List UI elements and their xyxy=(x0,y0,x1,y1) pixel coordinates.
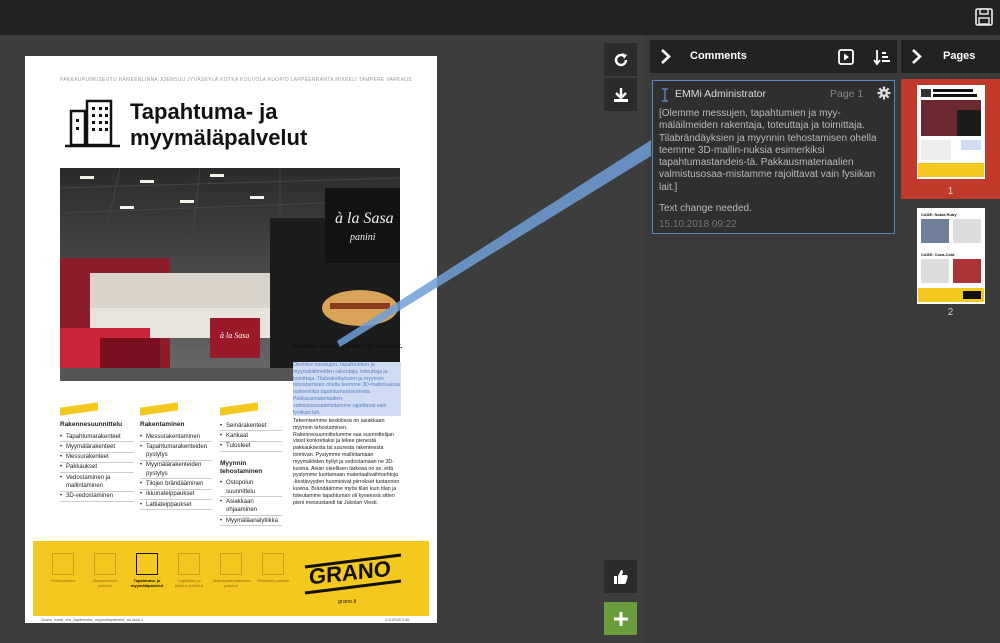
play-icon[interactable] xyxy=(838,49,854,65)
page-thumbnail: CASE: Nokia Ruby CASE: Coca-Cola xyxy=(917,208,985,304)
grano-logo: GRANO xyxy=(304,553,402,595)
list-item: Messurakentaminen xyxy=(140,432,212,443)
list-item: Myymälärakenteiden pystytys xyxy=(140,461,212,480)
footer-icon-print: Painopalvelut xyxy=(45,553,81,583)
pages-header: Pages xyxy=(901,40,1000,73)
list-item: Pakkaukset xyxy=(60,463,134,474)
svg-text:panini: panini xyxy=(349,232,376,243)
page-title: Tapahtuma- ja myymäläpalvelut xyxy=(130,99,370,151)
sign-text: à la Sasa xyxy=(335,210,394,227)
footer-icon-label: Markkinoinnin palvelut xyxy=(92,578,118,588)
page-number: 2 xyxy=(947,307,954,318)
list-item: Asiakkaan ohjaaminen xyxy=(220,497,282,517)
thumb-case-label: CASE: Nokia Ruby xyxy=(921,212,957,217)
list-item: Kankaat xyxy=(220,431,282,442)
footer-band: Painopalvelut Markkinoinnin palvelut Tap… xyxy=(33,541,429,616)
file-footer: Grano_tuote_sivi_tapahtuma_myymalapalvel… xyxy=(41,617,144,622)
save-icon[interactable] xyxy=(974,7,994,27)
refresh-button[interactable] xyxy=(604,43,637,76)
footer-icon-materials: Materiaalienhallinnan palvelut xyxy=(213,553,251,588)
gear-icon[interactable] xyxy=(877,86,891,100)
footer-icon-label: Logistiikan ja jakelun palvelut xyxy=(175,578,203,588)
comment-date: 15.10.2018 09:22 xyxy=(659,219,737,230)
comment-quoted-text: [Olemme messujen, tapahtumien ja myy-mäl… xyxy=(659,108,877,193)
comment-author: EMMi Administrator xyxy=(675,88,767,100)
chevron-right-icon[interactable] xyxy=(911,49,923,64)
comments-title: Comments xyxy=(690,50,747,62)
grano-url: grano.fi xyxy=(338,599,357,605)
pages-panel: Pages 1 CASE: Nokia Ruby CASE: Coca-Cola xyxy=(897,35,1000,643)
building-icon xyxy=(65,99,120,148)
thumbs-up-icon xyxy=(613,569,628,584)
list-item: Lattiateippaukset xyxy=(140,500,212,511)
yellow-stripe xyxy=(220,402,258,416)
list-item: 3D-vedostaminen xyxy=(60,492,134,503)
approve-button[interactable] xyxy=(604,560,637,593)
service-column-1: Rakennesuunnittelu Tapahtumarakenteet My… xyxy=(60,421,134,503)
page-thumb-2[interactable]: CASE: Nokia Ruby CASE: Coca-Cola 2 xyxy=(901,207,1000,327)
download-button[interactable] xyxy=(604,78,637,111)
tablet-icon xyxy=(262,553,284,575)
grid-icon xyxy=(52,553,74,575)
list-item: Vedostaminen ja mallintaminen xyxy=(60,473,134,492)
city-list: PAKKAUPUNKISEUTU HÄMEENLINNA JOENSUU JYV… xyxy=(60,77,412,83)
text-cursor-icon xyxy=(662,88,668,102)
footer-icon-digital: Sähköiset palvelut xyxy=(255,553,291,583)
building-icon xyxy=(136,553,158,575)
footer-icon-label: Materiaalienhallinnan palvelut xyxy=(213,578,251,588)
page-thumb-1[interactable]: 1 xyxy=(901,79,1000,199)
list-item: Messurakenteet xyxy=(60,453,134,463)
title-line-1: Tapahtuma- ja xyxy=(130,99,278,124)
house-icon xyxy=(220,553,242,575)
list-item: Tulosteet xyxy=(220,442,282,452)
list-item: Ikkunateippaukset xyxy=(140,490,212,501)
top-toolbar xyxy=(0,0,1000,35)
caption-heading: Kaikkea mihin fysiikan lait taipuvat. xyxy=(293,343,403,350)
arrows-icon xyxy=(178,553,200,575)
document-page: PAKKAUPUNKISEUTU HÄMEENLINNA JOENSUU JYV… xyxy=(25,56,437,623)
yellow-stripe xyxy=(140,402,178,416)
footer-icon-marketing: Markkinoinnin palvelut xyxy=(87,553,123,588)
column-heading: Myynnin tehostaminen xyxy=(220,459,263,475)
yellow-stripe xyxy=(60,402,98,416)
footer-icon-label: Tapahtuma- ja myymäläpalvelut xyxy=(130,578,164,588)
footer-icon-label: Sähköiset palvelut xyxy=(256,578,290,583)
chevron-right-icon[interactable] xyxy=(660,49,672,64)
pages-title: Pages xyxy=(943,50,976,62)
sort-icon[interactable] xyxy=(873,48,891,66)
list-item: Myymäläanalytiikka xyxy=(220,516,282,527)
plus-icon xyxy=(613,611,628,626)
comment-card[interactable]: EMMi Administrator Page 1 [Olemme messuj… xyxy=(652,80,895,234)
highlighted-comment-text[interactable]: Olemme messujen, tapahtumien ja myymäläi… xyxy=(293,362,401,417)
title-line-2: myymäläpalvelut xyxy=(130,125,308,150)
chart-icon xyxy=(94,553,116,575)
list-item: Tapahtumarakenteet xyxy=(60,432,134,443)
list-item: Ostopolun suunnittelu xyxy=(220,479,282,498)
refresh-icon xyxy=(614,52,627,66)
document-stage: PAKKAUPUNKISEUTU HÄMEENLINNA JOENSUU JYV… xyxy=(0,35,645,643)
footer-icon-logistics: Logistiikan ja jakelun palvelut xyxy=(171,553,207,588)
column-heading: Rakentaminen xyxy=(140,421,185,428)
download-icon xyxy=(613,87,628,102)
body-text: Tekemisemme keskiössä on asiakkaan myynn… xyxy=(293,418,400,506)
footer-icon-events: Tapahtuma- ja myymäläpalvelut xyxy=(129,553,165,588)
list-item: Tapahtumarakenteiden pystytys xyxy=(140,442,212,461)
page-number: 1 xyxy=(947,186,954,197)
page-thumbnail xyxy=(917,85,985,179)
comments-header: Comments xyxy=(650,40,897,73)
service-column-3: Seinärakenteet Kankaat Tulosteet Myynnin… xyxy=(220,421,282,527)
list-item: Seinärakenteet xyxy=(220,421,282,432)
service-column-2: Rakentaminen Messurakentaminen Tapahtuma… xyxy=(140,421,212,511)
list-item: Tilojen brändääminen xyxy=(140,479,212,490)
date-footer: 2.8.2018 0.06 xyxy=(385,617,410,622)
svg-text:à la Sasa: à la Sasa xyxy=(220,331,249,340)
footer-icon-label: Painopalvelut xyxy=(50,578,76,583)
column-heading: Rakennesuunnittelu xyxy=(60,421,123,428)
comments-panel: Comments EMMi Administrator Page 1 [Olem… xyxy=(645,35,897,643)
list-item: Myymälärakenteet xyxy=(60,442,134,453)
comment-page: Page 1 xyxy=(830,88,864,100)
comment-note: Text change needed. xyxy=(659,203,752,214)
thumb-case-label: CASE: Coca-Cola xyxy=(921,252,955,257)
add-comment-button[interactable] xyxy=(604,602,637,635)
